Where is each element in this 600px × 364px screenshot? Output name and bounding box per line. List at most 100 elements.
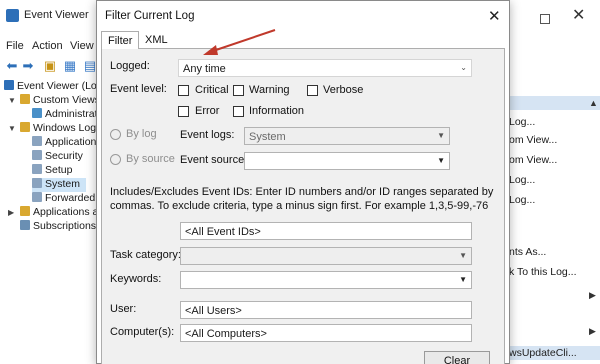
- logged-dropdown[interactable]: Any time ⌄: [178, 59, 472, 77]
- log-icon: [32, 164, 42, 174]
- chevron-down-icon: ▼: [459, 275, 467, 284]
- filter-current-log-dialog: Filter Current Log ✕ Filter XML Logged: …: [96, 0, 510, 364]
- actions-event-title: wsUpdateCli...: [509, 347, 577, 359]
- error-label: Error: [195, 105, 220, 117]
- event-ids-value: <All Event IDs>: [185, 226, 261, 238]
- actions-header: [505, 96, 600, 110]
- action-attach-task[interactable]: k To this Log...: [509, 266, 577, 278]
- logged-label: Logged:: [110, 60, 150, 72]
- chevron-down-icon: ▼: [437, 156, 445, 165]
- event-sources-dropdown[interactable]: ▼: [244, 152, 450, 170]
- chevron-down-icon: ▼: [437, 131, 445, 140]
- log-icon: [32, 150, 42, 160]
- tree-label: Subscriptions: [33, 220, 97, 232]
- warning-checkbox[interactable]: [233, 85, 244, 96]
- action-open-log[interactable]: Log...: [509, 116, 535, 128]
- tree-item-custom-views[interactable]: Custom Views: [20, 94, 100, 108]
- tree-label: System: [45, 178, 81, 190]
- action-create-custom-view[interactable]: om View...: [509, 134, 557, 146]
- event-viewer-app-icon: [6, 9, 19, 22]
- expand-arrow-icon[interactable]: ▼: [8, 124, 16, 133]
- action-clear-log[interactable]: Log...: [509, 174, 535, 186]
- user-label: User:: [110, 303, 137, 315]
- logged-value: Any time: [183, 63, 226, 75]
- keywords-label: Keywords:: [110, 273, 162, 285]
- folder-icon: [20, 94, 30, 104]
- maximize-icon[interactable]: [540, 14, 550, 24]
- tree-label: Application: [45, 136, 97, 148]
- event-logs-value: System: [249, 131, 286, 143]
- dialog-title: Filter Current Log: [105, 10, 195, 22]
- by-log-label: By log: [126, 128, 157, 140]
- dialog-tabs: Filter XML: [101, 31, 505, 49]
- event-ids-description: Includes/Excludes Event IDs: Enter ID nu…: [110, 186, 494, 212]
- forward-arrow-icon[interactable]: ➡: [20, 58, 36, 74]
- subscriptions-icon: [20, 220, 30, 230]
- tree-item-setup[interactable]: Setup: [32, 164, 72, 178]
- menu-file[interactable]: File: [6, 40, 24, 52]
- collapse-arrow-icon[interactable]: ▲: [589, 98, 598, 108]
- tree-item-security[interactable]: Security: [32, 150, 83, 164]
- menu-action[interactable]: Action: [32, 40, 63, 52]
- computer-label: Computer(s):: [110, 326, 175, 338]
- tree-item-application[interactable]: Application: [32, 136, 96, 150]
- by-log-radio[interactable]: [110, 129, 121, 140]
- keywords-dropdown[interactable]: ▼: [180, 271, 472, 289]
- log-icon: [32, 192, 42, 202]
- verbose-checkbox[interactable]: [307, 85, 318, 96]
- tree-item-windows-logs[interactable]: Windows Logs: [20, 122, 101, 136]
- dialog-titlebar: Filter Current Log ✕: [97, 1, 509, 29]
- folder-icon: [20, 122, 30, 132]
- tab-xml[interactable]: XML: [139, 31, 174, 49]
- action-import-custom-view[interactable]: om View...: [509, 154, 557, 166]
- tree-item-forwarded-events[interactable]: Forwarded E: [32, 192, 105, 206]
- action-save-events[interactable]: nts As...: [509, 246, 546, 258]
- tree-item-system[interactable]: System: [32, 178, 87, 192]
- event-viewer-title: Event Viewer: [24, 9, 89, 21]
- close-icon[interactable]: ✕: [572, 8, 586, 24]
- warning-label: Warning: [249, 84, 290, 96]
- expand-arrow-icon[interactable]: ▼: [8, 96, 16, 105]
- actions-event-header: wsUpdateCli...: [505, 346, 600, 360]
- verbose-label: Verbose: [323, 84, 364, 96]
- information-checkbox[interactable]: [233, 106, 244, 117]
- up-folder-icon[interactable]: ▣: [42, 58, 58, 74]
- tree-label: Setup: [45, 164, 73, 176]
- tree-item-administrative[interactable]: Administrati: [32, 108, 100, 122]
- menu-view[interactable]: View: [70, 40, 94, 52]
- error-checkbox[interactable]: [178, 106, 189, 117]
- filter-panel: Logged: Any time ⌄ Event level: Critical…: [101, 48, 505, 364]
- folder-icon: [20, 206, 30, 216]
- chevron-down-icon: ⌄: [460, 63, 467, 72]
- critical-checkbox[interactable]: [178, 85, 189, 96]
- critical-label: Critical: [195, 84, 229, 96]
- tab-filter[interactable]: Filter: [101, 31, 140, 49]
- task-category-dropdown[interactable]: ▼: [180, 247, 472, 265]
- submenu-arrow-icon[interactable]: ▶: [589, 290, 596, 301]
- clear-button[interactable]: Clear: [424, 351, 490, 364]
- by-source-radio[interactable]: [110, 154, 121, 165]
- event-sources-label: Event sources:: [180, 154, 253, 166]
- dialog-close-icon[interactable]: ✕: [488, 7, 501, 25]
- event-ids-input[interactable]: <All Event IDs>: [180, 222, 472, 240]
- console-tree: Event Viewer (Local) ▼ Custom Views Admi…: [0, 78, 114, 278]
- tree-label: Security: [45, 150, 83, 162]
- console-tree-icon[interactable]: ▦: [62, 58, 78, 74]
- computer-input[interactable]: <All Computers>: [180, 324, 472, 342]
- submenu-arrow-icon[interactable]: ▶: [589, 326, 596, 337]
- action-filter-log[interactable]: Log...: [509, 194, 535, 206]
- tree-label: Custom Views: [33, 94, 100, 106]
- user-input[interactable]: <All Users>: [180, 301, 472, 319]
- tree-label: Windows Logs: [33, 122, 102, 134]
- event-level-label: Event level:: [110, 83, 167, 95]
- chevron-down-icon: ▼: [459, 251, 467, 260]
- by-source-label: By source: [126, 153, 175, 165]
- collapse-arrow-icon[interactable]: ▶: [8, 208, 14, 217]
- event-logs-dropdown[interactable]: System ▼: [244, 127, 450, 145]
- tree-item-subscriptions[interactable]: Subscriptions: [20, 220, 96, 234]
- user-value: <All Users>: [185, 305, 242, 317]
- event-logs-label: Event logs:: [180, 129, 235, 141]
- back-arrow-icon[interactable]: ⬅: [4, 58, 20, 74]
- information-label: Information: [249, 105, 305, 117]
- log-icon: [32, 178, 42, 188]
